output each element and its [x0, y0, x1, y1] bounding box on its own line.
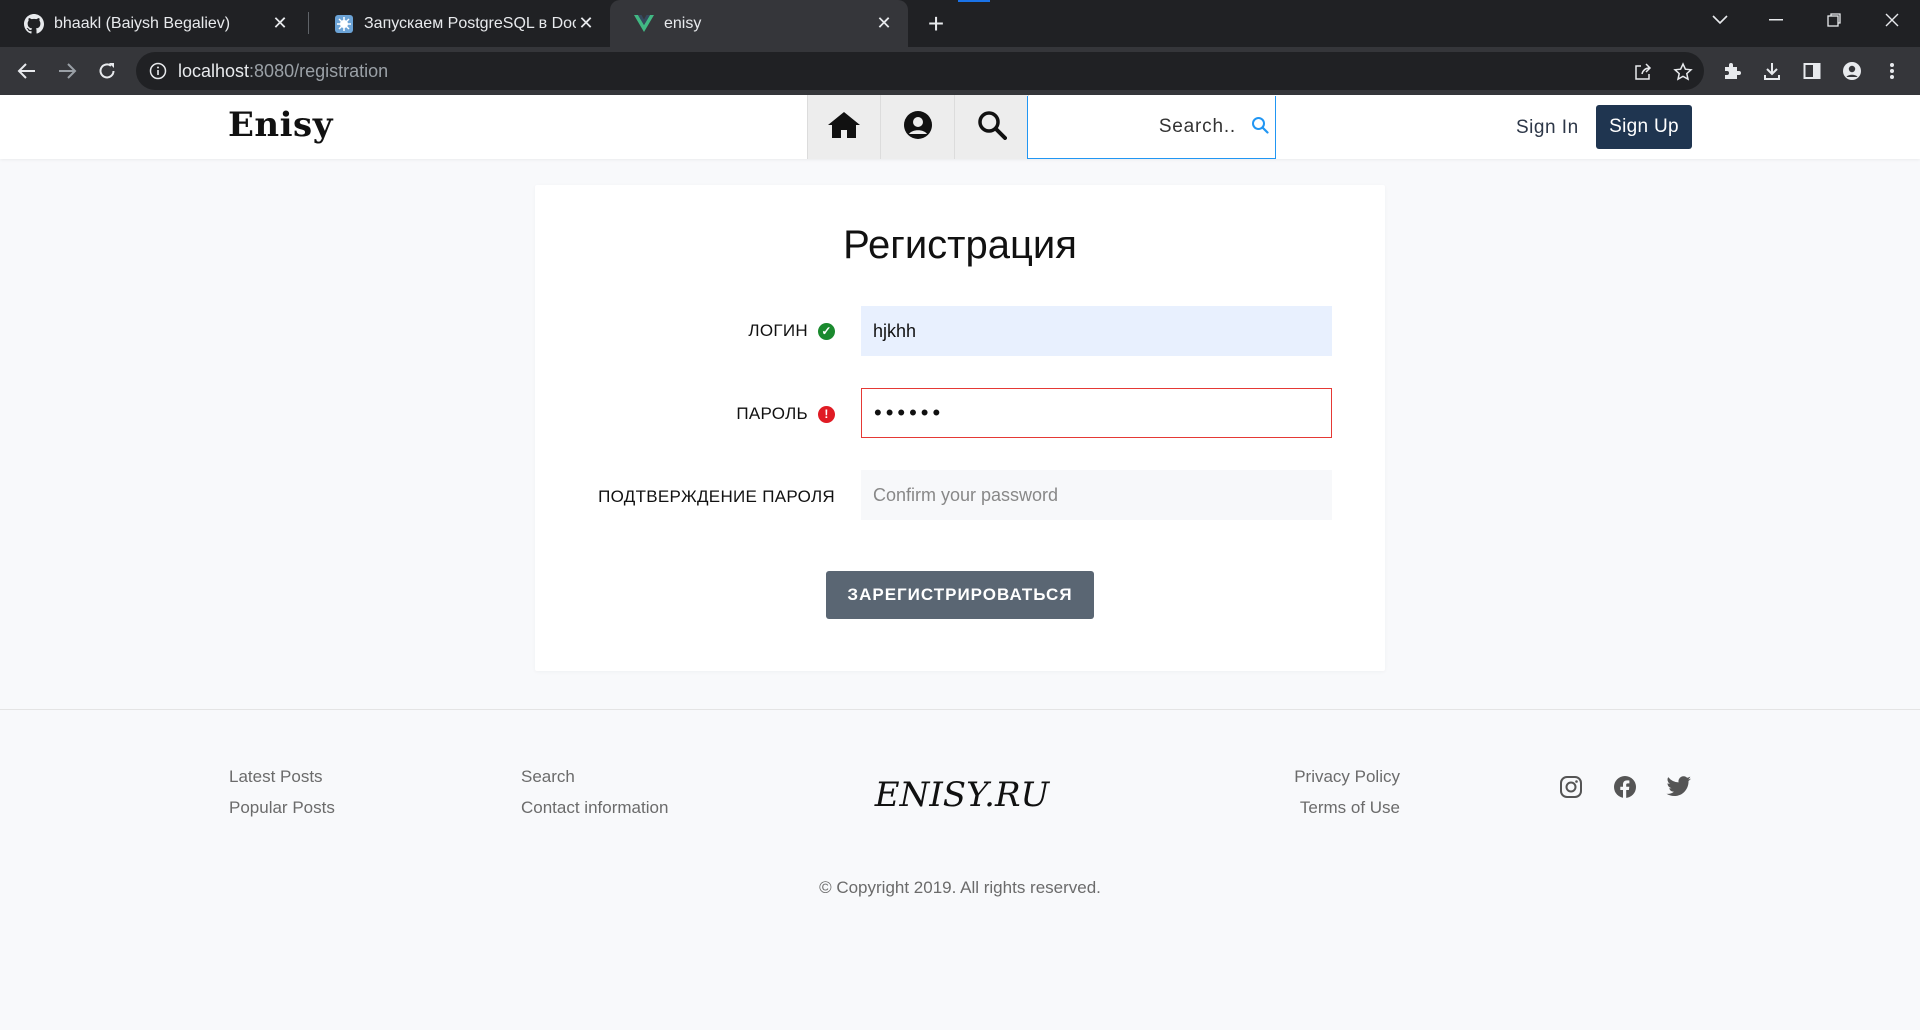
tab-title: enisy	[664, 14, 702, 32]
vue-icon	[634, 14, 654, 34]
footer-link-contact[interactable]: Contact information	[521, 798, 668, 818]
registration-card: Регистрация ЛОГИН ✓ ПАРОЛЬ ! ПОДТВЕРЖДЕН…	[535, 185, 1385, 671]
instagram-icon[interactable]	[1558, 774, 1584, 800]
login-label-text: ЛОГИН	[748, 321, 808, 340]
back-arrow-icon[interactable]	[9, 53, 45, 89]
sign-in-link[interactable]: Sign In	[1516, 117, 1579, 139]
user-circle-icon	[903, 110, 933, 145]
nav-search[interactable]	[955, 95, 1029, 159]
site-footer: Latest Posts Popular Posts Search Contac…	[0, 709, 1920, 1030]
login-label: ЛОГИН ✓	[748, 321, 835, 341]
header-search	[1027, 96, 1276, 159]
site-logo[interactable]: Enisy	[228, 105, 333, 145]
info-icon[interactable]	[148, 61, 168, 81]
restore-icon[interactable]	[1806, 0, 1862, 40]
tab-postgres[interactable]: Запускаем PostgreSQL в Docker ✕	[310, 0, 610, 47]
github-icon	[24, 13, 44, 34]
minimize-icon[interactable]	[1748, 0, 1804, 40]
chevron-down-icon[interactable]	[1692, 0, 1748, 40]
browser-toolbar: localhost:8080/registration	[0, 47, 1920, 95]
close-window-icon[interactable]	[1864, 0, 1920, 40]
page-title: Регистрация	[843, 223, 1077, 267]
error-circle-icon: !	[818, 405, 835, 423]
footer-link-search[interactable]: Search	[521, 767, 575, 787]
footer-logo-text: ENISY.RU	[874, 775, 1051, 815]
url-text: localhost:8080/registration	[178, 61, 388, 82]
search-input[interactable]	[1036, 112, 1266, 142]
new-tab-button[interactable]: +	[920, 8, 952, 40]
url-host: localhost	[178, 61, 250, 81]
login-field[interactable]	[861, 306, 1332, 356]
url-path: :8080/registration	[249, 61, 389, 81]
tab-divider	[308, 12, 309, 34]
site-header: Enisy Sign In Sign Up	[0, 95, 1920, 159]
profile-icon[interactable]	[1838, 57, 1866, 85]
footer-link-popular-posts[interactable]: Popular Posts	[229, 798, 335, 818]
search-icon	[977, 110, 1007, 145]
browser-tab-bar: bhaakl (Baiysh Begaliev) ✕ Запускаем Pos…	[0, 0, 1920, 47]
confirm-label-text: ПОДТВЕРЖДЕНИЕ ПАРОЛЯ	[598, 487, 835, 506]
confirm-password-field[interactable]	[861, 470, 1332, 520]
password-label: ПАРОЛЬ !	[736, 404, 835, 424]
nav-profile[interactable]	[881, 95, 955, 159]
footer-link-latest-posts[interactable]: Latest Posts	[229, 767, 323, 787]
close-icon[interactable]: ✕	[576, 13, 596, 34]
password-field[interactable]	[861, 388, 1332, 438]
footer-logo: ENISY.RU	[862, 770, 1062, 820]
tab-title: Запускаем PostgreSQL в Docker	[364, 14, 576, 32]
side-panel-icon[interactable]	[1798, 57, 1826, 85]
tab-github[interactable]: bhaakl (Baiysh Begaliev) ✕	[0, 0, 304, 47]
address-bar[interactable]: localhost:8080/registration	[136, 52, 1704, 90]
search-icon[interactable]	[1251, 116, 1269, 134]
share-icon[interactable]	[1630, 59, 1656, 85]
confirm-password-label: ПОДТВЕРЖДЕНИЕ ПАРОЛЯ	[598, 487, 835, 507]
download-icon[interactable]	[1758, 57, 1786, 85]
star-icon[interactable]	[1670, 59, 1696, 85]
reload-icon[interactable]	[89, 53, 125, 89]
twitter-icon[interactable]	[1666, 774, 1692, 800]
tab-indicator	[958, 0, 990, 2]
forward-arrow-icon[interactable]	[49, 53, 85, 89]
extensions-icon[interactable]	[1718, 57, 1746, 85]
sign-up-button[interactable]: Sign Up	[1596, 105, 1692, 149]
facebook-icon[interactable]	[1612, 774, 1638, 800]
check-circle-icon: ✓	[818, 322, 835, 340]
tab-title: bhaakl (Baiysh Begaliev)	[54, 14, 231, 32]
nav-home[interactable]	[807, 95, 881, 159]
copyright-text: © Copyright 2019. All rights reserved.	[819, 878, 1101, 897]
register-button[interactable]: ЗАРЕГИСТРИРОВАТЬСЯ	[826, 571, 1094, 619]
password-label-text: ПАРОЛЬ	[736, 404, 808, 423]
close-icon[interactable]: ✕	[270, 13, 290, 34]
close-icon[interactable]: ✕	[874, 13, 894, 34]
habr-icon	[334, 14, 354, 34]
more-menu-icon[interactable]	[1878, 57, 1906, 85]
tab-enisy[interactable]: enisy ✕	[610, 0, 908, 47]
footer-link-terms[interactable]: Terms of Use	[1300, 798, 1400, 818]
home-icon	[827, 110, 861, 145]
footer-link-privacy[interactable]: Privacy Policy	[1294, 767, 1400, 787]
